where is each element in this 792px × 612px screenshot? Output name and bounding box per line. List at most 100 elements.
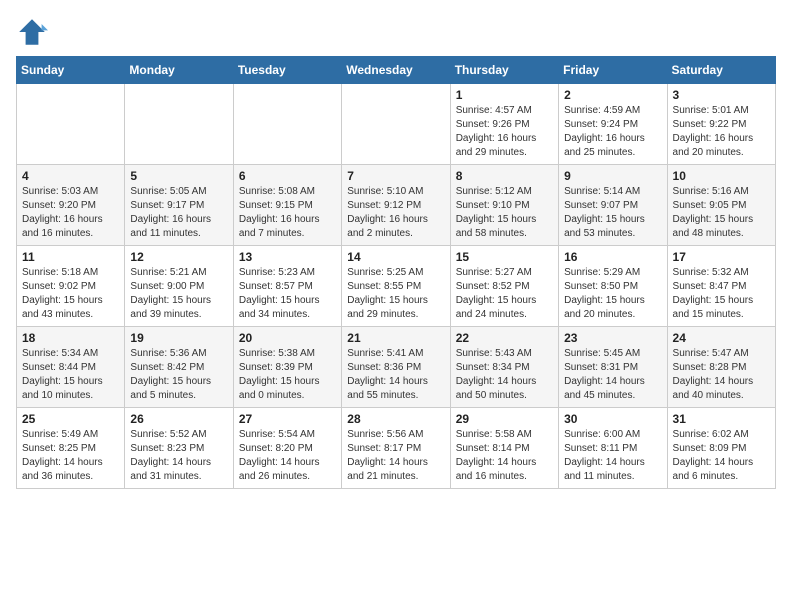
day-info: Sunrise: 5:43 AM Sunset: 8:34 PM Dayligh… [456,347,553,403]
day-info: Sunrise: 5:47 AM Sunset: 8:28 PM Dayligh… [673,347,770,403]
calendar-cell: 7 Sunrise: 5:10 AM Sunset: 9:12 PM Daylig… [342,165,450,246]
col-header-friday: Friday [559,57,667,84]
day-info: Sunrise: 5:08 AM Sunset: 9:15 PM Dayligh… [239,185,336,241]
calendar-cell: 5 Sunrise: 5:05 AM Sunset: 9:17 PM Daylig… [125,165,233,246]
day-info: Sunrise: 5:45 AM Sunset: 8:31 PM Dayligh… [564,347,661,403]
day-info: Sunrise: 5:56 AM Sunset: 8:17 PM Dayligh… [347,428,444,484]
calendar-cell: 18 Sunrise: 5:34 AM Sunset: 8:44 PM Dayli… [17,327,125,408]
calendar-body: 1 Sunrise: 4:57 AM Sunset: 9:26 PM Daylig… [17,84,776,489]
day-number: 30 [564,412,661,426]
calendar-cell: 21 Sunrise: 5:41 AM Sunset: 8:36 PM Dayli… [342,327,450,408]
calendar-cell: 15 Sunrise: 5:27 AM Sunset: 8:52 PM Dayli… [450,246,558,327]
day-number: 16 [564,250,661,264]
day-info: Sunrise: 5:49 AM Sunset: 8:25 PM Dayligh… [22,428,119,484]
calendar-cell [342,84,450,165]
logo-icon [16,16,48,48]
calendar-week-2: 4Sunrise: 5:03 AM Sunset: 9:20 PM Daylig… [17,165,776,246]
day-number: 29 [456,412,553,426]
day-number: 14 [347,250,444,264]
day-number: 23 [564,331,661,345]
calendar-cell [233,84,341,165]
day-info: Sunrise: 5:16 AM Sunset: 9:05 PM Dayligh… [673,185,770,241]
day-number: 3 [673,88,770,102]
day-info: Sunrise: 5:01 AM Sunset: 9:22 PM Dayligh… [673,104,770,160]
day-info: Sunrise: 5:27 AM Sunset: 8:52 PM Dayligh… [456,266,553,322]
day-number: 17 [673,250,770,264]
col-header-wednesday: Wednesday [342,57,450,84]
calendar-cell [17,84,125,165]
day-number: 2 [564,88,661,102]
day-number: 21 [347,331,444,345]
col-header-monday: Monday [125,57,233,84]
day-info: Sunrise: 5:10 AM Sunset: 9:12 PM Dayligh… [347,185,444,241]
calendar-cell: 1 Sunrise: 4:57 AM Sunset: 9:26 PM Daylig… [450,84,558,165]
calendar-cell: 2 Sunrise: 4:59 AM Sunset: 9:24 PM Daylig… [559,84,667,165]
calendar-cell: 30Sunrise: 6:00 AM Sunset: 8:11 PM Dayli… [559,408,667,489]
calendar-cell: 27 Sunrise: 5:54 AM Sunset: 8:20 PM Dayli… [233,408,341,489]
day-info: Sunrise: 5:21 AM Sunset: 9:00 PM Dayligh… [130,266,227,322]
calendar-cell: 22 Sunrise: 5:43 AM Sunset: 8:34 PM Dayli… [450,327,558,408]
day-info: Sunrise: 5:58 AM Sunset: 8:14 PM Dayligh… [456,428,553,484]
calendar-cell: 16 Sunrise: 5:29 AM Sunset: 8:50 PM Dayli… [559,246,667,327]
day-info: Sunrise: 5:38 AM Sunset: 8:39 PM Dayligh… [239,347,336,403]
col-header-thursday: Thursday [450,57,558,84]
calendar-cell: 26 Sunrise: 5:52 AM Sunset: 8:23 PM Dayli… [125,408,233,489]
day-number: 9 [564,169,661,183]
day-number: 27 [239,412,336,426]
calendar-week-5: 25 Sunrise: 5:49 AM Sunset: 8:25 PM Dayli… [17,408,776,489]
day-number: 12 [130,250,227,264]
calendar-cell: 10 Sunrise: 5:16 AM Sunset: 9:05 PM Dayli… [667,165,775,246]
calendar-week-1: 1 Sunrise: 4:57 AM Sunset: 9:26 PM Daylig… [17,84,776,165]
page-header [16,16,776,48]
day-info: Sunrise: 5:03 AM Sunset: 9:20 PM Dayligh… [22,185,119,241]
day-info: Sunrise: 5:12 AM Sunset: 9:10 PM Dayligh… [456,185,553,241]
calendar-cell: 13Sunrise: 5:23 AM Sunset: 8:57 PM Dayli… [233,246,341,327]
calendar-cell: 14 Sunrise: 5:25 AM Sunset: 8:55 PM Dayli… [342,246,450,327]
calendar-header-row: SundayMondayTuesdayWednesdayThursdayFrid… [17,57,776,84]
day-number: 24 [673,331,770,345]
day-info: Sunrise: 5:29 AM Sunset: 8:50 PM Dayligh… [564,266,661,322]
day-number: 7 [347,169,444,183]
day-number: 11 [22,250,119,264]
logo [16,16,52,48]
calendar-cell [125,84,233,165]
day-info: Sunrise: 5:52 AM Sunset: 8:23 PM Dayligh… [130,428,227,484]
day-number: 19 [130,331,227,345]
col-header-tuesday: Tuesday [233,57,341,84]
day-number: 18 [22,331,119,345]
day-number: 5 [130,169,227,183]
calendar-cell: 23 Sunrise: 5:45 AM Sunset: 8:31 PM Dayli… [559,327,667,408]
day-number: 15 [456,250,553,264]
day-number: 1 [456,88,553,102]
day-info: Sunrise: 4:59 AM Sunset: 9:24 PM Dayligh… [564,104,661,160]
day-number: 25 [22,412,119,426]
calendar-cell: 20 Sunrise: 5:38 AM Sunset: 8:39 PM Dayli… [233,327,341,408]
day-number: 8 [456,169,553,183]
calendar-cell: 28Sunrise: 5:56 AM Sunset: 8:17 PM Dayli… [342,408,450,489]
day-info: Sunrise: 5:25 AM Sunset: 8:55 PM Dayligh… [347,266,444,322]
day-info: Sunrise: 5:54 AM Sunset: 8:20 PM Dayligh… [239,428,336,484]
col-header-saturday: Saturday [667,57,775,84]
day-number: 10 [673,169,770,183]
day-info: Sunrise: 5:05 AM Sunset: 9:17 PM Dayligh… [130,185,227,241]
calendar-table: SundayMondayTuesdayWednesdayThursdayFrid… [16,56,776,489]
day-number: 22 [456,331,553,345]
calendar-cell: 29 Sunrise: 5:58 AM Sunset: 8:14 PM Dayli… [450,408,558,489]
calendar-cell: 9Sunrise: 5:14 AM Sunset: 9:07 PM Daylig… [559,165,667,246]
day-number: 20 [239,331,336,345]
calendar-cell: 3 Sunrise: 5:01 AM Sunset: 9:22 PM Daylig… [667,84,775,165]
day-info: Sunrise: 5:41 AM Sunset: 8:36 PM Dayligh… [347,347,444,403]
calendar-cell: 24 Sunrise: 5:47 AM Sunset: 8:28 PM Dayli… [667,327,775,408]
calendar-cell: 4Sunrise: 5:03 AM Sunset: 9:20 PM Daylig… [17,165,125,246]
calendar-week-4: 18 Sunrise: 5:34 AM Sunset: 8:44 PM Dayli… [17,327,776,408]
calendar-cell: 19Sunrise: 5:36 AM Sunset: 8:42 PM Dayli… [125,327,233,408]
day-info: Sunrise: 4:57 AM Sunset: 9:26 PM Dayligh… [456,104,553,160]
calendar-cell: 12 Sunrise: 5:21 AM Sunset: 9:00 PM Dayli… [125,246,233,327]
day-info: Sunrise: 5:34 AM Sunset: 8:44 PM Dayligh… [22,347,119,403]
day-number: 26 [130,412,227,426]
day-info: Sunrise: 5:18 AM Sunset: 9:02 PM Dayligh… [22,266,119,322]
col-header-sunday: Sunday [17,57,125,84]
calendar-week-3: 11 Sunrise: 5:18 AM Sunset: 9:02 PM Dayli… [17,246,776,327]
calendar-cell: 8 Sunrise: 5:12 AM Sunset: 9:10 PM Daylig… [450,165,558,246]
calendar-cell: 17Sunrise: 5:32 AM Sunset: 8:47 PM Dayli… [667,246,775,327]
